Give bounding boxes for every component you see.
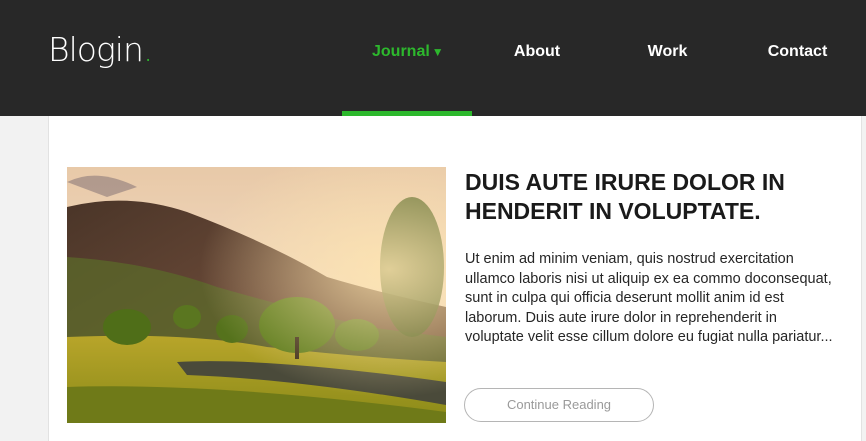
post-excerpt: Ut enim ad minim veniam, quis nostrud ex… [465, 251, 833, 345]
nav-item-label: Work [647, 43, 688, 60]
nav-item-contact[interactable]: Contact [766, 41, 829, 63]
nav-item-label: About [513, 43, 561, 60]
caret-down-icon: ▼ [431, 45, 444, 59]
post-title[interactable]: DUIS AUTE IRURE DOLOR IN HENDERIT IN VOL… [465, 168, 845, 226]
post-image[interactable] [67, 167, 446, 423]
nav-item-about[interactable]: About [507, 41, 567, 63]
landscape-image [67, 167, 446, 423]
nav-item-label: Journal [372, 43, 430, 60]
site-logo[interactable]: Blogin. [48, 30, 153, 70]
nav-item-work[interactable]: Work [640, 41, 695, 63]
continue-reading-button[interactable]: Continue Reading [464, 388, 654, 422]
nav-item-label: Contact [767, 43, 828, 60]
site-header: Blogin. Journal ▼ About Work Contact [0, 0, 866, 116]
nav-item-journal[interactable]: Journal ▼ [372, 41, 444, 63]
logo-dot: . [142, 30, 153, 69]
logo-text: Blogin [48, 30, 144, 69]
